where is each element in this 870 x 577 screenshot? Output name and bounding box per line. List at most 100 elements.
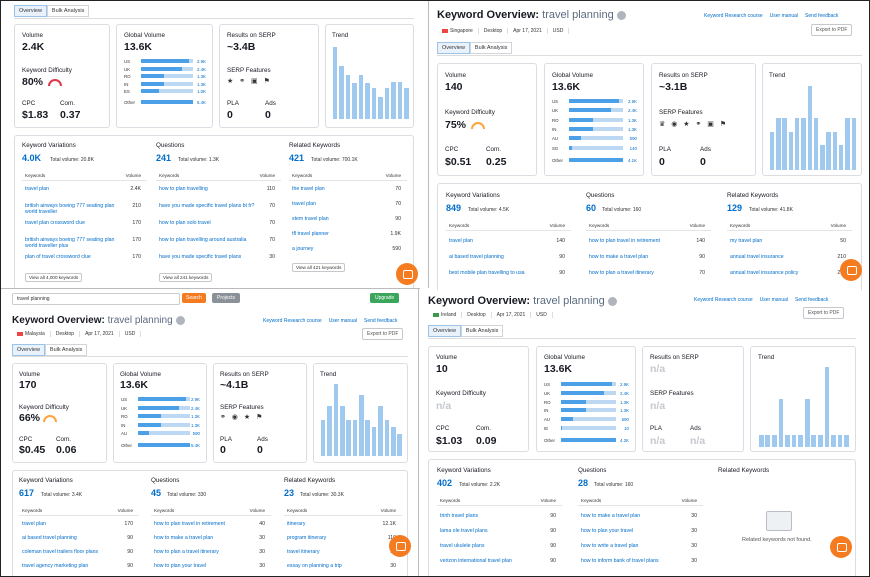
upgrade-button[interactable]: Upgrade — [370, 293, 400, 303]
view-all-button[interactable]: View all 4,000 keywords — [25, 273, 83, 282]
filter-currency[interactable]: USD — [120, 331, 142, 337]
search-button[interactable]: Search — [182, 293, 206, 303]
keyword-link[interactable]: how to plan travelling — [159, 186, 257, 192]
chat-icon[interactable] — [840, 259, 862, 281]
variations-count[interactable]: 4.0K — [22, 153, 41, 163]
related-count[interactable]: 129 — [727, 203, 742, 213]
keyword-link[interactable]: how to plan your travel — [581, 528, 679, 534]
questions-count[interactable]: 28 — [578, 478, 588, 488]
trend-label: Trend — [758, 354, 775, 361]
keyword-link[interactable]: essay on planning a trip — [287, 563, 379, 569]
keyword-link[interactable]: stem travel plan — [292, 216, 384, 222]
keyword-link[interactable]: verizon international travel plan — [440, 558, 538, 564]
variations-count[interactable]: 849 — [446, 203, 461, 213]
related-count[interactable]: 23 — [284, 488, 294, 498]
export-pdf-button[interactable]: Export to PDF — [811, 24, 853, 36]
filter-currency[interactable]: USD — [548, 28, 570, 34]
keyword-link[interactable]: lama ole travel plans — [440, 528, 538, 534]
projects-button[interactable]: Projects — [212, 293, 241, 303]
search-input[interactable]: travel planning — [12, 293, 180, 305]
filter-currency[interactable]: USD — [531, 312, 553, 318]
questions-count[interactable]: 45 — [151, 488, 161, 498]
tab-overview[interactable]: Overview — [12, 344, 45, 356]
keyword-link[interactable]: travel itinerary — [287, 549, 379, 555]
keyword-link[interactable]: travel plan — [22, 521, 116, 527]
view-all-button[interactable]: View all 241 keywords — [159, 273, 213, 282]
keyword-link[interactable]: how to inform bank of travel plans — [581, 558, 679, 564]
keyword-link[interactable]: have you made specific travel plans — [159, 254, 257, 260]
questions-count[interactable]: 60 — [586, 203, 596, 213]
tab-overview[interactable]: Overview — [428, 325, 461, 337]
keyword-link[interactable]: how to plan your travel — [154, 563, 248, 569]
keyword-link[interactable]: trinh travel plans — [440, 513, 538, 519]
keyword-link[interactable]: travel ukulele plans — [440, 543, 538, 549]
keyword-link[interactable]: how to plan a travel itinerary — [589, 270, 687, 276]
view-all-button[interactable]: View all 421 keywords — [292, 263, 346, 272]
link-user-manual[interactable]: User manual — [770, 13, 798, 19]
filter-device[interactable]: Desktop — [479, 28, 509, 34]
keyword-volume: 210 — [837, 254, 846, 260]
keyword-link[interactable]: travel plan — [449, 238, 547, 244]
keyword-link[interactable]: british airways boeing 777 seating plan … — [25, 237, 123, 249]
chat-icon[interactable] — [389, 535, 411, 557]
keyword-link[interactable]: coleman travel trailers floor plans — [22, 549, 116, 555]
tab-overview[interactable]: Overview — [437, 42, 470, 54]
keyword-link[interactable]: how to plan travel in retirement — [154, 521, 248, 527]
questions-count[interactable]: 241 — [156, 153, 171, 163]
filter-device[interactable]: Desktop — [51, 331, 81, 337]
keyword-link[interactable]: ai based travel planning — [22, 535, 116, 541]
link-send-feedback[interactable]: Send feedback — [805, 13, 838, 19]
keyword-link[interactable]: british airways boeing 777 seating plan … — [25, 203, 123, 215]
keyword-link[interactable]: my travel plan — [730, 238, 828, 244]
link-send-feedback[interactable]: Send feedback — [364, 318, 397, 324]
search-icon[interactable] — [396, 263, 418, 285]
filter-database[interactable]: Ireland — [428, 312, 463, 318]
export-pdf-button[interactable]: Export to PDF — [362, 328, 404, 340]
link-user-manual[interactable]: User manual — [760, 297, 788, 303]
link-user-manual[interactable]: User manual — [329, 318, 357, 324]
filter-date[interactable]: Apr 17, 2021 — [508, 28, 548, 34]
export-pdf-button[interactable]: Export to PDF — [803, 307, 845, 319]
keyword-link[interactable]: best mobile plan travelling to usa — [449, 270, 547, 276]
link-research-course[interactable]: Keyword Research course — [694, 297, 753, 303]
keyword-link[interactable]: annual travel insurance policy — [730, 270, 828, 276]
filter-date[interactable]: Apr 17, 2021 — [80, 331, 120, 337]
keyword-link[interactable]: tfl travel planner — [292, 231, 384, 237]
keyword-link[interactable]: how to make a travel plan — [581, 513, 679, 519]
keyword-link[interactable]: the travel plan — [292, 186, 384, 192]
keyword-link[interactable]: annual travel insurance — [730, 254, 828, 260]
keyword-link[interactable]: travel agency marketing plan — [22, 563, 116, 569]
link-send-feedback[interactable]: Send feedback — [795, 297, 828, 303]
keyword-link[interactable]: travel plan — [25, 186, 123, 192]
tab-bulk-analysis[interactable]: Bulk Analysis — [46, 5, 90, 17]
keyword-link[interactable]: travel plan crossword clue — [25, 220, 123, 226]
chat-icon[interactable] — [830, 536, 852, 558]
related-count[interactable]: 421 — [289, 153, 304, 163]
tab-bulk-analysis[interactable]: Bulk Analysis — [44, 344, 88, 356]
tab-overview[interactable]: Overview — [14, 5, 47, 17]
filter-database[interactable]: Singapore — [437, 28, 479, 34]
keyword-link[interactable]: have you made specific travel plans bt f… — [159, 203, 257, 209]
keyword-link[interactable]: plan of travel crossword clue — [25, 254, 123, 260]
keyword-link[interactable]: ai based travel planning — [449, 254, 547, 260]
link-research-course[interactable]: Keyword Research course — [704, 13, 763, 19]
keyword-link[interactable]: how to plan travel in retirement — [589, 238, 687, 244]
filter-date[interactable]: Apr 17, 2021 — [492, 312, 532, 318]
keyword-link[interactable]: travel plan — [292, 201, 384, 207]
keyword-link[interactable]: how to plan travelling around australia — [159, 237, 257, 243]
keyword-link[interactable]: how to plan solo travel — [159, 220, 257, 226]
keyword-link[interactable]: how to make a travel plan — [154, 535, 248, 541]
variations-count[interactable]: 402 — [437, 478, 452, 488]
variations-count[interactable]: 617 — [19, 488, 34, 498]
keyword-link[interactable]: how to make a travel plan — [589, 254, 687, 260]
keyword-link[interactable]: a journey — [292, 246, 384, 252]
keyword-link[interactable]: how to write a travel plan — [581, 543, 679, 549]
tab-bulk-analysis[interactable]: Bulk Analysis — [469, 42, 513, 54]
tab-bulk-analysis[interactable]: Bulk Analysis — [460, 325, 504, 337]
filter-device[interactable]: Desktop — [462, 312, 492, 318]
keyword-link[interactable]: itinerary — [287, 521, 379, 527]
link-research-course[interactable]: Keyword Research course — [263, 318, 322, 324]
keyword-link[interactable]: how to plan a travel itinerary — [154, 549, 248, 555]
filter-database[interactable]: Malaysia — [12, 331, 51, 337]
keyword-link[interactable]: program itinerary — [287, 535, 379, 541]
